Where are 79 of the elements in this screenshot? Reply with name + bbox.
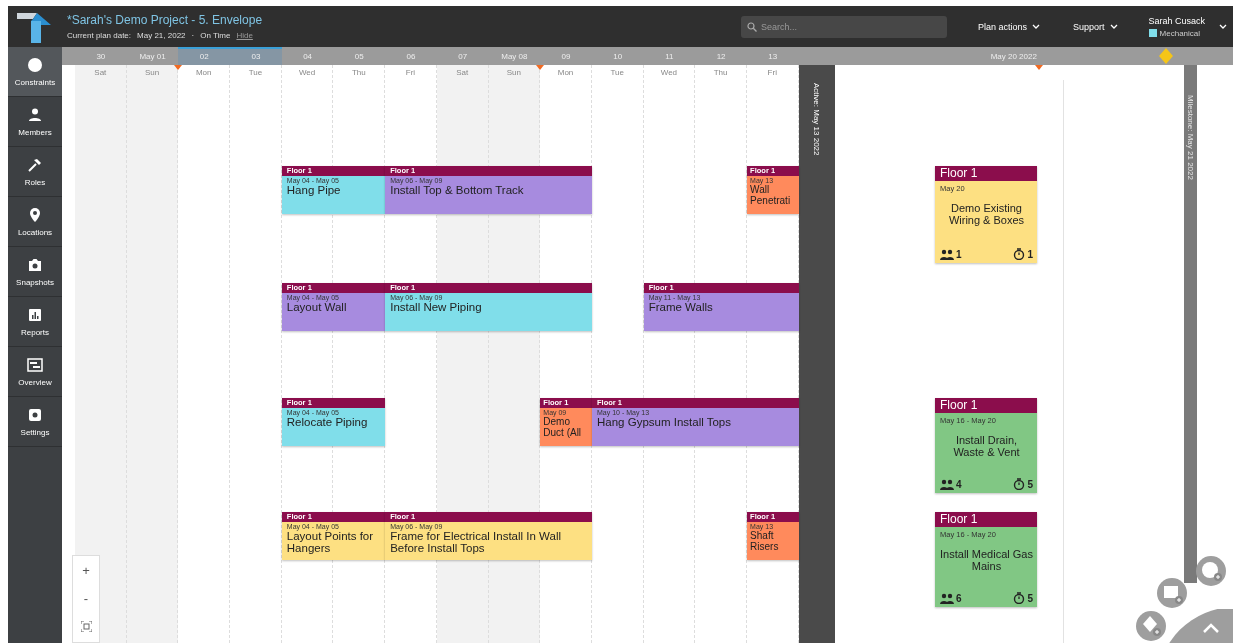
camera-icon — [27, 256, 43, 273]
card-title: Shaft Risers — [750, 530, 780, 552]
user-name[interactable]: Sarah Cusack — [1148, 15, 1206, 26]
date-header: May 20 2022 — [989, 50, 1038, 63]
zone-header: Floor 1 — [935, 166, 1037, 181]
pin-icon — [27, 206, 43, 223]
milestone-label: Milestone: May 21 2022 — [1185, 95, 1195, 182]
person-icon — [27, 106, 43, 123]
crew-count: 6 — [956, 592, 962, 604]
plan-date-label: Current plan date: — [67, 31, 132, 40]
active-date-bar[interactable]: Active: May 13 2022 — [798, 65, 835, 643]
search-icon — [747, 21, 757, 32]
active-date-label: Active: May 13 2022 — [812, 83, 822, 158]
stopwatch-icon — [1013, 248, 1026, 260]
people-icon — [940, 592, 954, 604]
card-title: Hang Gypsum Install Tops — [597, 416, 733, 428]
duration-count: 1 — [1027, 248, 1033, 260]
bar-chart-icon — [27, 306, 43, 323]
menu-button[interactable]: Plan actions — [978, 21, 1041, 32]
add-rectangle-button[interactable] — [1156, 577, 1188, 609]
weekday-label: Sun — [506, 68, 521, 79]
duration-count: 5 — [1027, 478, 1033, 490]
card-title: Layout Points for Hangers — [286, 530, 375, 554]
stopwatch-icon — [1013, 478, 1026, 490]
zone-header: Floor 1 — [935, 512, 1037, 527]
card-title: Frame Walls — [648, 301, 714, 313]
milestone-bar[interactable]: Milestone: May 21 2022 — [1183, 65, 1197, 583]
settings-icon — [27, 406, 43, 423]
card-title: Demo Existing Wiring & Boxes — [947, 202, 1026, 228]
chevron-down-icon — [1109, 24, 1118, 29]
card-title: Layout Wall — [286, 301, 348, 313]
card-title: Install Top & Bottom Track — [390, 184, 525, 196]
zone-header: Floor 1 — [935, 398, 1037, 413]
duration-count: 5 — [1027, 592, 1033, 604]
fit-icon — [80, 620, 92, 632]
card-title: Install New Piping — [390, 301, 483, 313]
weekday-label: Sun — [144, 68, 160, 79]
chevron-down-icon[interactable] — [1219, 24, 1228, 29]
add-diamond-button[interactable] — [1135, 610, 1167, 642]
weekday-label: Tue — [610, 68, 624, 79]
weekday-label: Thu — [713, 68, 728, 79]
expand-button[interactable] — [1168, 609, 1233, 643]
trade-label: Mechanical — [1159, 28, 1201, 38]
circle-icon — [27, 56, 43, 73]
crew-count: 4 — [956, 478, 962, 490]
project-title: *Sarah's Demo Project - 5. Envelope — [67, 13, 264, 27]
people-icon — [940, 478, 954, 490]
gantt-icon — [27, 356, 43, 373]
hammer-icon — [27, 156, 43, 173]
chevron-down-icon — [1032, 24, 1041, 29]
search-field[interactable]: Search... — [741, 15, 947, 38]
weekday-label: Mon — [557, 68, 574, 79]
stopwatch-icon — [1013, 592, 1026, 604]
card-title: Install Medical Gas Mains — [940, 548, 1033, 574]
plan-status: On Time — [200, 31, 231, 40]
weekday-label: Wed — [660, 68, 678, 79]
people-icon — [940, 248, 954, 260]
hide-link[interactable]: Hide — [236, 31, 253, 40]
card-title: Hang Pipe — [286, 184, 342, 196]
separator-dot: · — [191, 31, 195, 40]
trade-swatch — [1148, 29, 1157, 37]
weekday-label: Sat — [456, 68, 469, 79]
weekday-label: Thu — [351, 68, 366, 79]
weekday-label: Sat — [94, 68, 107, 79]
weekday-label: Fri — [405, 68, 416, 79]
weekday-label: Tue — [248, 68, 263, 79]
sidebar-item[interactable]: Constraints — [8, 47, 62, 97]
card-title: Install Drain, Waste & Vent — [952, 434, 1021, 460]
weekday-label: Wed — [298, 68, 316, 79]
plan-date: May 21, 2022 — [137, 31, 186, 40]
weekday-label: Mon — [195, 68, 212, 79]
add-circle-button[interactable] — [1195, 555, 1227, 587]
card-title: Demo Duct (All — [543, 416, 583, 438]
card-title: Wall Penetrati — [750, 184, 792, 206]
card-title: Relocate Piping — [286, 416, 369, 428]
card-title: Frame for Electrical Install In Wall Before Install Tops — [390, 530, 563, 554]
crew-count: 1 — [956, 248, 962, 260]
menu-button[interactable]: Support — [1073, 21, 1118, 32]
weekday-label: Fri — [767, 68, 777, 79]
